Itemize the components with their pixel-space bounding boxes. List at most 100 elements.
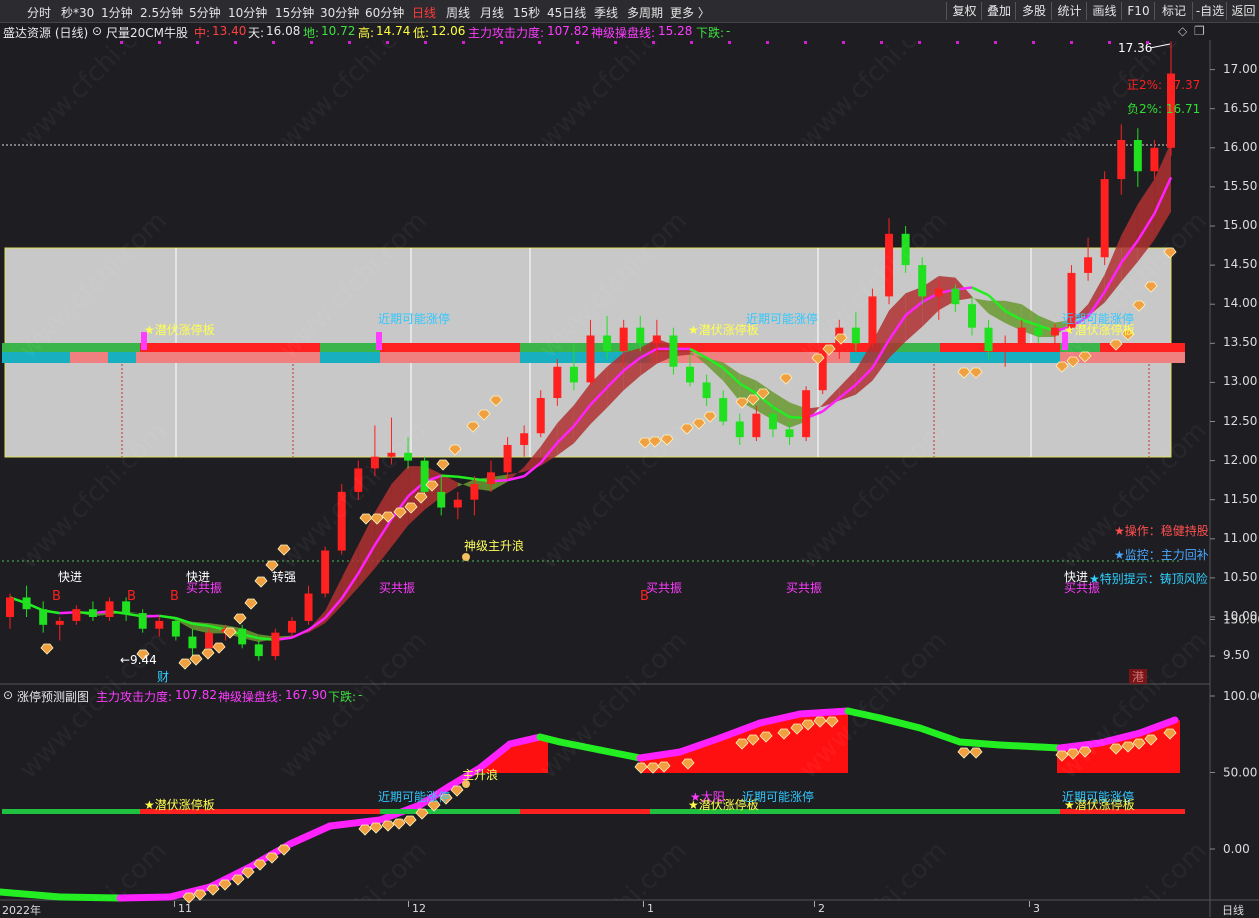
indicator-name[interactable]: 尺量20CM牛股 xyxy=(106,24,188,41)
trend-line-seg-38 xyxy=(639,347,658,359)
diamond-icon[interactable]: ◇ xyxy=(1178,24,1187,38)
toolbar-button-6[interactable]: 标记 xyxy=(1154,2,1193,20)
ribbon-seg-58 xyxy=(971,296,989,314)
sub-diamond-3 xyxy=(392,818,406,830)
trend-line-seg-26 xyxy=(441,474,458,479)
candle-body-0 xyxy=(6,597,14,617)
trend-line-seg-44 xyxy=(739,382,758,395)
price-tick-8: 13.00 xyxy=(1223,374,1258,389)
stock-title[interactable]: 盛达资源 (日线) xyxy=(3,24,88,41)
period-14[interactable]: 季线 xyxy=(594,4,618,21)
sub-tick-3: 0.00 xyxy=(1223,842,1250,856)
sub-diamond-23 xyxy=(1055,750,1069,762)
ribbon-seg-10 xyxy=(175,619,193,630)
diamond-9 xyxy=(254,576,268,588)
sub-title[interactable]: 涨停预测副图 xyxy=(17,688,89,705)
sub-collapse-icon[interactable]: ⊙ xyxy=(3,688,13,702)
sub-strip-5 xyxy=(880,809,1060,814)
ribbon-seg-64 xyxy=(1071,304,1089,322)
sub-strip-6 xyxy=(1060,809,1185,814)
diamond-35 xyxy=(822,344,836,356)
strip-top-6 xyxy=(650,343,880,352)
period-13[interactable]: 45日线 xyxy=(547,4,586,21)
kline-chart: www.cfchi.com 17.36正2%: 17.37负2%: 16.71★… xyxy=(0,40,1259,917)
period-1[interactable]: 秒*30 xyxy=(61,4,94,21)
candle-body-26 xyxy=(437,491,446,508)
diamond-6 xyxy=(223,627,237,639)
sub-diamond-32 xyxy=(193,889,207,901)
candle-body-27 xyxy=(453,499,462,508)
toolbar-button-0[interactable]: 复权 xyxy=(946,2,982,20)
trend-line-seg-12 xyxy=(208,624,226,632)
sub-strip-1 xyxy=(140,809,380,814)
toolbar-button-3[interactable]: 统计 xyxy=(1051,2,1087,20)
candle-body-44 xyxy=(735,421,744,438)
diamond-18 xyxy=(425,480,439,492)
sub-diamond-8 xyxy=(450,785,464,797)
period-2[interactable]: 1分钟 xyxy=(101,4,133,21)
ribbon-seg-48 xyxy=(806,404,823,422)
trend-line-seg-48 xyxy=(805,410,824,420)
diamond-12 xyxy=(359,513,373,525)
low-value: 12.06 xyxy=(431,24,466,38)
period-7[interactable]: 30分钟 xyxy=(320,4,359,21)
period-8[interactable]: 60分钟 xyxy=(365,4,404,21)
signal-markers xyxy=(40,247,1177,670)
sub-diamond-22 xyxy=(969,747,983,759)
ribbon-seg-8 xyxy=(142,613,160,617)
candle-body-21 xyxy=(354,468,363,492)
trend-line-seg-56 xyxy=(938,288,956,295)
candle-body-48 xyxy=(802,390,811,438)
period-15[interactable]: 多周期 xyxy=(627,4,663,21)
strip-bot-9 xyxy=(1060,352,1185,363)
trend-line-seg-50 xyxy=(838,383,857,400)
period-10[interactable]: 周线 xyxy=(446,4,470,21)
sub-curve-seg-19 xyxy=(756,710,804,727)
sub-diamond-24 xyxy=(1066,748,1080,760)
diamond-10 xyxy=(265,560,279,572)
monitor-label: ★监控：主力回补 xyxy=(1114,548,1209,562)
candle-body-8 xyxy=(138,613,147,629)
price-tick-2: 16.00 xyxy=(1223,139,1258,154)
date-tick-3 xyxy=(643,901,644,907)
candle-body-34 xyxy=(569,366,578,383)
toolbar-button-2[interactable]: 多股 xyxy=(1015,2,1052,20)
sub-info-bar: ⊙ 涨停预测副图 主力攻击力度: 107.82 神级操盘线: 167.90 下跌… xyxy=(0,686,1210,705)
strip-top-10 xyxy=(1100,343,1185,352)
candle-body-25 xyxy=(420,460,429,492)
period-11[interactable]: 月线 xyxy=(480,4,504,21)
ribbon-seg-57 xyxy=(955,277,972,301)
window-icon[interactable]: ❐ xyxy=(1194,24,1205,38)
fast-label-2: 快进 xyxy=(1064,570,1088,584)
sub-tick-2: 50.00 xyxy=(1223,766,1257,780)
resonance-label-3: 买共振 xyxy=(786,581,822,595)
date-label-3: 1 xyxy=(647,902,654,915)
toolbar-button-8[interactable]: 返回 xyxy=(1226,2,1259,20)
period-3[interactable]: 2.5分钟 xyxy=(140,4,183,21)
sub-curve-seg-29 xyxy=(1136,716,1179,737)
period-16[interactable]: 更多 〉 xyxy=(670,4,710,21)
diamond-5 xyxy=(212,642,226,654)
low-label: 低: xyxy=(413,26,430,40)
period-9[interactable]: 日线 xyxy=(412,4,436,21)
period-6[interactable]: 15分钟 xyxy=(275,4,314,21)
toolbar-button-7[interactable]: -自选 xyxy=(1192,2,1227,20)
diamond-32 xyxy=(756,388,770,400)
collapse-icon[interactable]: ⊙ xyxy=(92,24,102,38)
sub-curve-seg-25 xyxy=(996,741,1044,751)
toolbar-button-5[interactable]: F10 xyxy=(1121,2,1155,20)
toolbar-button-4[interactable]: 画线 xyxy=(1086,2,1122,20)
ribbon-seg-37 xyxy=(623,347,641,391)
period-5[interactable]: 10分钟 xyxy=(228,4,267,21)
sub-tick-1: 100.00 xyxy=(1223,689,1259,703)
period-4[interactable]: 5分钟 xyxy=(189,4,221,21)
period-0[interactable]: 分时 xyxy=(27,4,51,21)
toolbar-button-1[interactable]: 叠加 xyxy=(981,2,1016,20)
ribbon-seg-4 xyxy=(76,612,93,617)
period-12[interactable]: 15秒 xyxy=(513,4,540,21)
sub-curve-seg-22 xyxy=(876,714,924,732)
candle-body-12 xyxy=(205,632,214,649)
strip-bot-6 xyxy=(520,352,650,363)
fu-label: 负2%: 16.71 xyxy=(1127,102,1200,116)
candle-body-69 xyxy=(1150,147,1159,172)
